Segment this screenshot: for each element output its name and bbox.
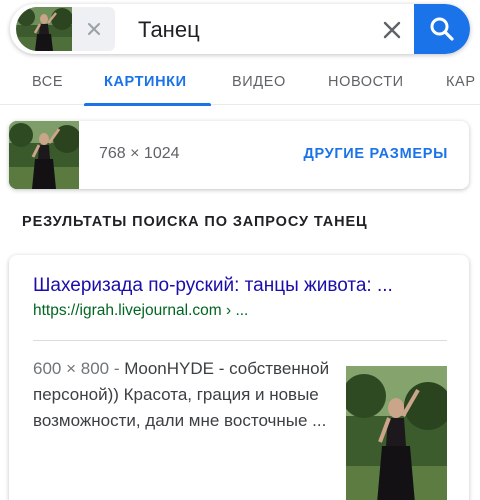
magnifier-icon bbox=[430, 17, 454, 41]
image-info-card: 768 × 1024 ДРУГИЕ РАЗМЕРЫ bbox=[9, 121, 469, 189]
tab-news[interactable]: НОВОСТИ bbox=[328, 74, 404, 90]
divider bbox=[33, 340, 447, 341]
clear-search-button[interactable] bbox=[376, 14, 408, 46]
results-heading: РЕЗУЛЬТАТЫ ПОИСКА ПО ЗАПРОСУ ТАНЕЦ bbox=[22, 214, 368, 230]
other-sizes-link[interactable]: ДРУГИЕ РАЗМЕРЫ bbox=[303, 146, 448, 162]
tab-more[interactable]: КАР bbox=[446, 74, 476, 90]
tab-all[interactable]: ВСЕ bbox=[32, 74, 63, 90]
tab-video[interactable]: ВИДЕО bbox=[232, 74, 286, 90]
search-bar: Танец bbox=[10, 4, 470, 54]
search-button[interactable] bbox=[414, 4, 470, 54]
close-icon bbox=[383, 21, 401, 39]
search-tabs: ВСЕ КАРТИНКИ ВИДЕО НОВОСТИ КАР bbox=[0, 60, 480, 106]
image-thumbnail[interactable] bbox=[9, 121, 79, 189]
close-icon bbox=[87, 23, 100, 35]
result-title-link[interactable]: Шахеризада по-руский: танцы живота: ... bbox=[33, 275, 393, 297]
search-result-card: Шахеризада по-руский: танцы живота: ... … bbox=[9, 255, 469, 500]
search-image-chip[interactable] bbox=[16, 7, 115, 51]
search-query[interactable]: Танец bbox=[138, 17, 200, 43]
result-url[interactable]: https://igrah.livejournal.com › ... bbox=[33, 302, 248, 320]
tab-images[interactable]: КАРТИНКИ bbox=[104, 74, 187, 90]
result-thumbnail[interactable] bbox=[346, 366, 447, 500]
remove-image-button[interactable] bbox=[72, 7, 115, 51]
active-tab-indicator bbox=[84, 103, 211, 106]
result-image-meta: 600 × 800 - bbox=[33, 359, 125, 378]
image-dimensions: 768 × 1024 bbox=[99, 145, 180, 162]
search-image-thumbnail bbox=[16, 7, 72, 51]
result-snippet: 600 × 800 - MoonHYDE - собственной персо… bbox=[33, 356, 333, 434]
